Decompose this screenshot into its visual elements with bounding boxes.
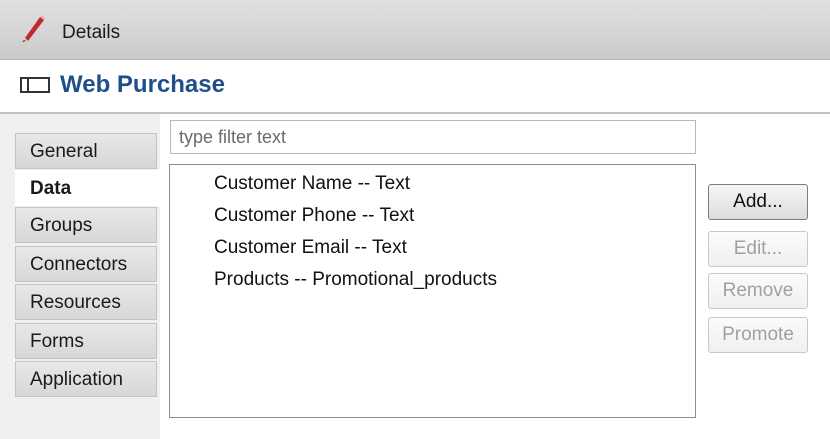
tab-general[interactable]: General — [15, 133, 157, 169]
panel-icon — [20, 77, 50, 93]
tab-data[interactable]: Data — [15, 170, 160, 206]
remove-button[interactable]: Remove — [708, 273, 808, 309]
tab-resources[interactable]: Resources — [15, 284, 157, 320]
page-title: Web Purchase — [60, 71, 225, 98]
tab-connectors[interactable]: Connectors — [15, 246, 157, 282]
data-list[interactable]: Customer Name -- Text Customer Phone -- … — [169, 164, 696, 418]
sidebar: General Data Groups Connectors Resources… — [0, 114, 160, 439]
window-title: Details — [62, 22, 121, 43]
section-header: Web Purchase — [0, 60, 830, 112]
list-item[interactable]: Customer Name -- Text — [214, 173, 410, 195]
pencil-icon — [22, 15, 45, 42]
filter-input[interactable]: type filter text — [170, 120, 696, 154]
details-title-bar: Details — [0, 0, 830, 60]
list-item[interactable]: Products -- Promotional_products — [214, 269, 497, 291]
promote-button[interactable]: Promote — [708, 317, 808, 353]
list-item[interactable]: Customer Email -- Text — [214, 237, 407, 259]
tab-application[interactable]: Application — [15, 361, 157, 397]
list-item[interactable]: Customer Phone -- Text — [214, 205, 414, 227]
tab-groups[interactable]: Groups — [15, 207, 157, 243]
tab-forms[interactable]: Forms — [15, 323, 157, 359]
edit-button[interactable]: Edit... — [708, 231, 808, 267]
add-button[interactable]: Add... — [708, 184, 808, 220]
